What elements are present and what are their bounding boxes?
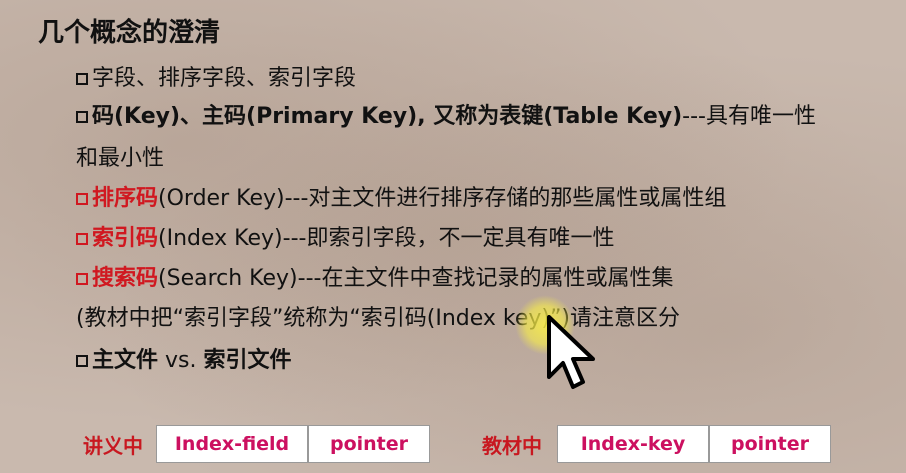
textbook-pointer-cell: pointer: [709, 425, 831, 463]
order-key-description: (Order Key)---对主文件进行排序存储的那些属性或属性组: [158, 186, 727, 211]
textbook-index-entry: Index-key pointer: [557, 425, 831, 463]
main-file-term: 主文件: [92, 348, 159, 373]
search-key-description: (Search Key)---在主文件中查找记录的属性或属性集: [158, 266, 674, 291]
lecture-index-entry: Index-field pointer: [156, 425, 430, 463]
bullet-fields: 字段、排序字段、索引字段: [76, 60, 356, 92]
bullet-key-continued: 和最小性: [76, 146, 165, 171]
index-key-term: 索引码: [92, 226, 159, 251]
mouse-pointer-icon: [547, 315, 595, 389]
search-key-term: 搜索码: [92, 266, 159, 291]
checkbox-bullet-icon: [76, 233, 88, 245]
order-key-term: 排序码: [92, 186, 159, 211]
lecture-label: 讲义中: [83, 434, 143, 458]
checkbox-bullet-icon: [76, 111, 88, 123]
textbook-index-key-cell: Index-key: [557, 425, 709, 463]
bullet-index-key: 索引码(Index Key)---即索引字段，不一定具有唯一性: [76, 220, 614, 252]
vs-text: vs.: [158, 348, 204, 373]
key-term: 码(Key)、主码(Primary Key), 又称为表键(Table Key): [92, 104, 683, 129]
checkbox-bullet-icon: [76, 73, 88, 85]
bullet-search-key: 搜索码(Search Key)---在主文件中查找记录的属性或属性集: [76, 260, 673, 292]
key-description: ---具有唯一性: [682, 104, 816, 129]
index-file-term: 索引文件: [203, 348, 292, 373]
checkbox-bullet-icon: [76, 193, 88, 205]
slide-title: 几个概念的澄清: [38, 18, 221, 48]
slide: 几个概念的澄清 字段、排序字段、索引字段 码(Key)、主码(Primary K…: [0, 0, 906, 473]
lecture-pointer-cell: pointer: [308, 425, 430, 463]
textbook-label: 教材中: [482, 434, 542, 458]
checkbox-bullet-icon: [76, 273, 88, 285]
bullet-files: 主文件 vs. 索引文件: [76, 342, 292, 374]
bullet-text: 字段、排序字段、索引字段: [92, 66, 357, 91]
index-key-description: (Index Key)---即索引字段，不一定具有唯一性: [158, 226, 615, 251]
lecture-index-field-cell: Index-field: [156, 425, 308, 463]
bullet-key: 码(Key)、主码(Primary Key), 又称为表键(Table Key)…: [76, 98, 816, 130]
bullet-order-key: 排序码(Order Key)---对主文件进行排序存储的那些属性或属性组: [76, 180, 726, 212]
checkbox-bullet-icon: [76, 355, 88, 367]
